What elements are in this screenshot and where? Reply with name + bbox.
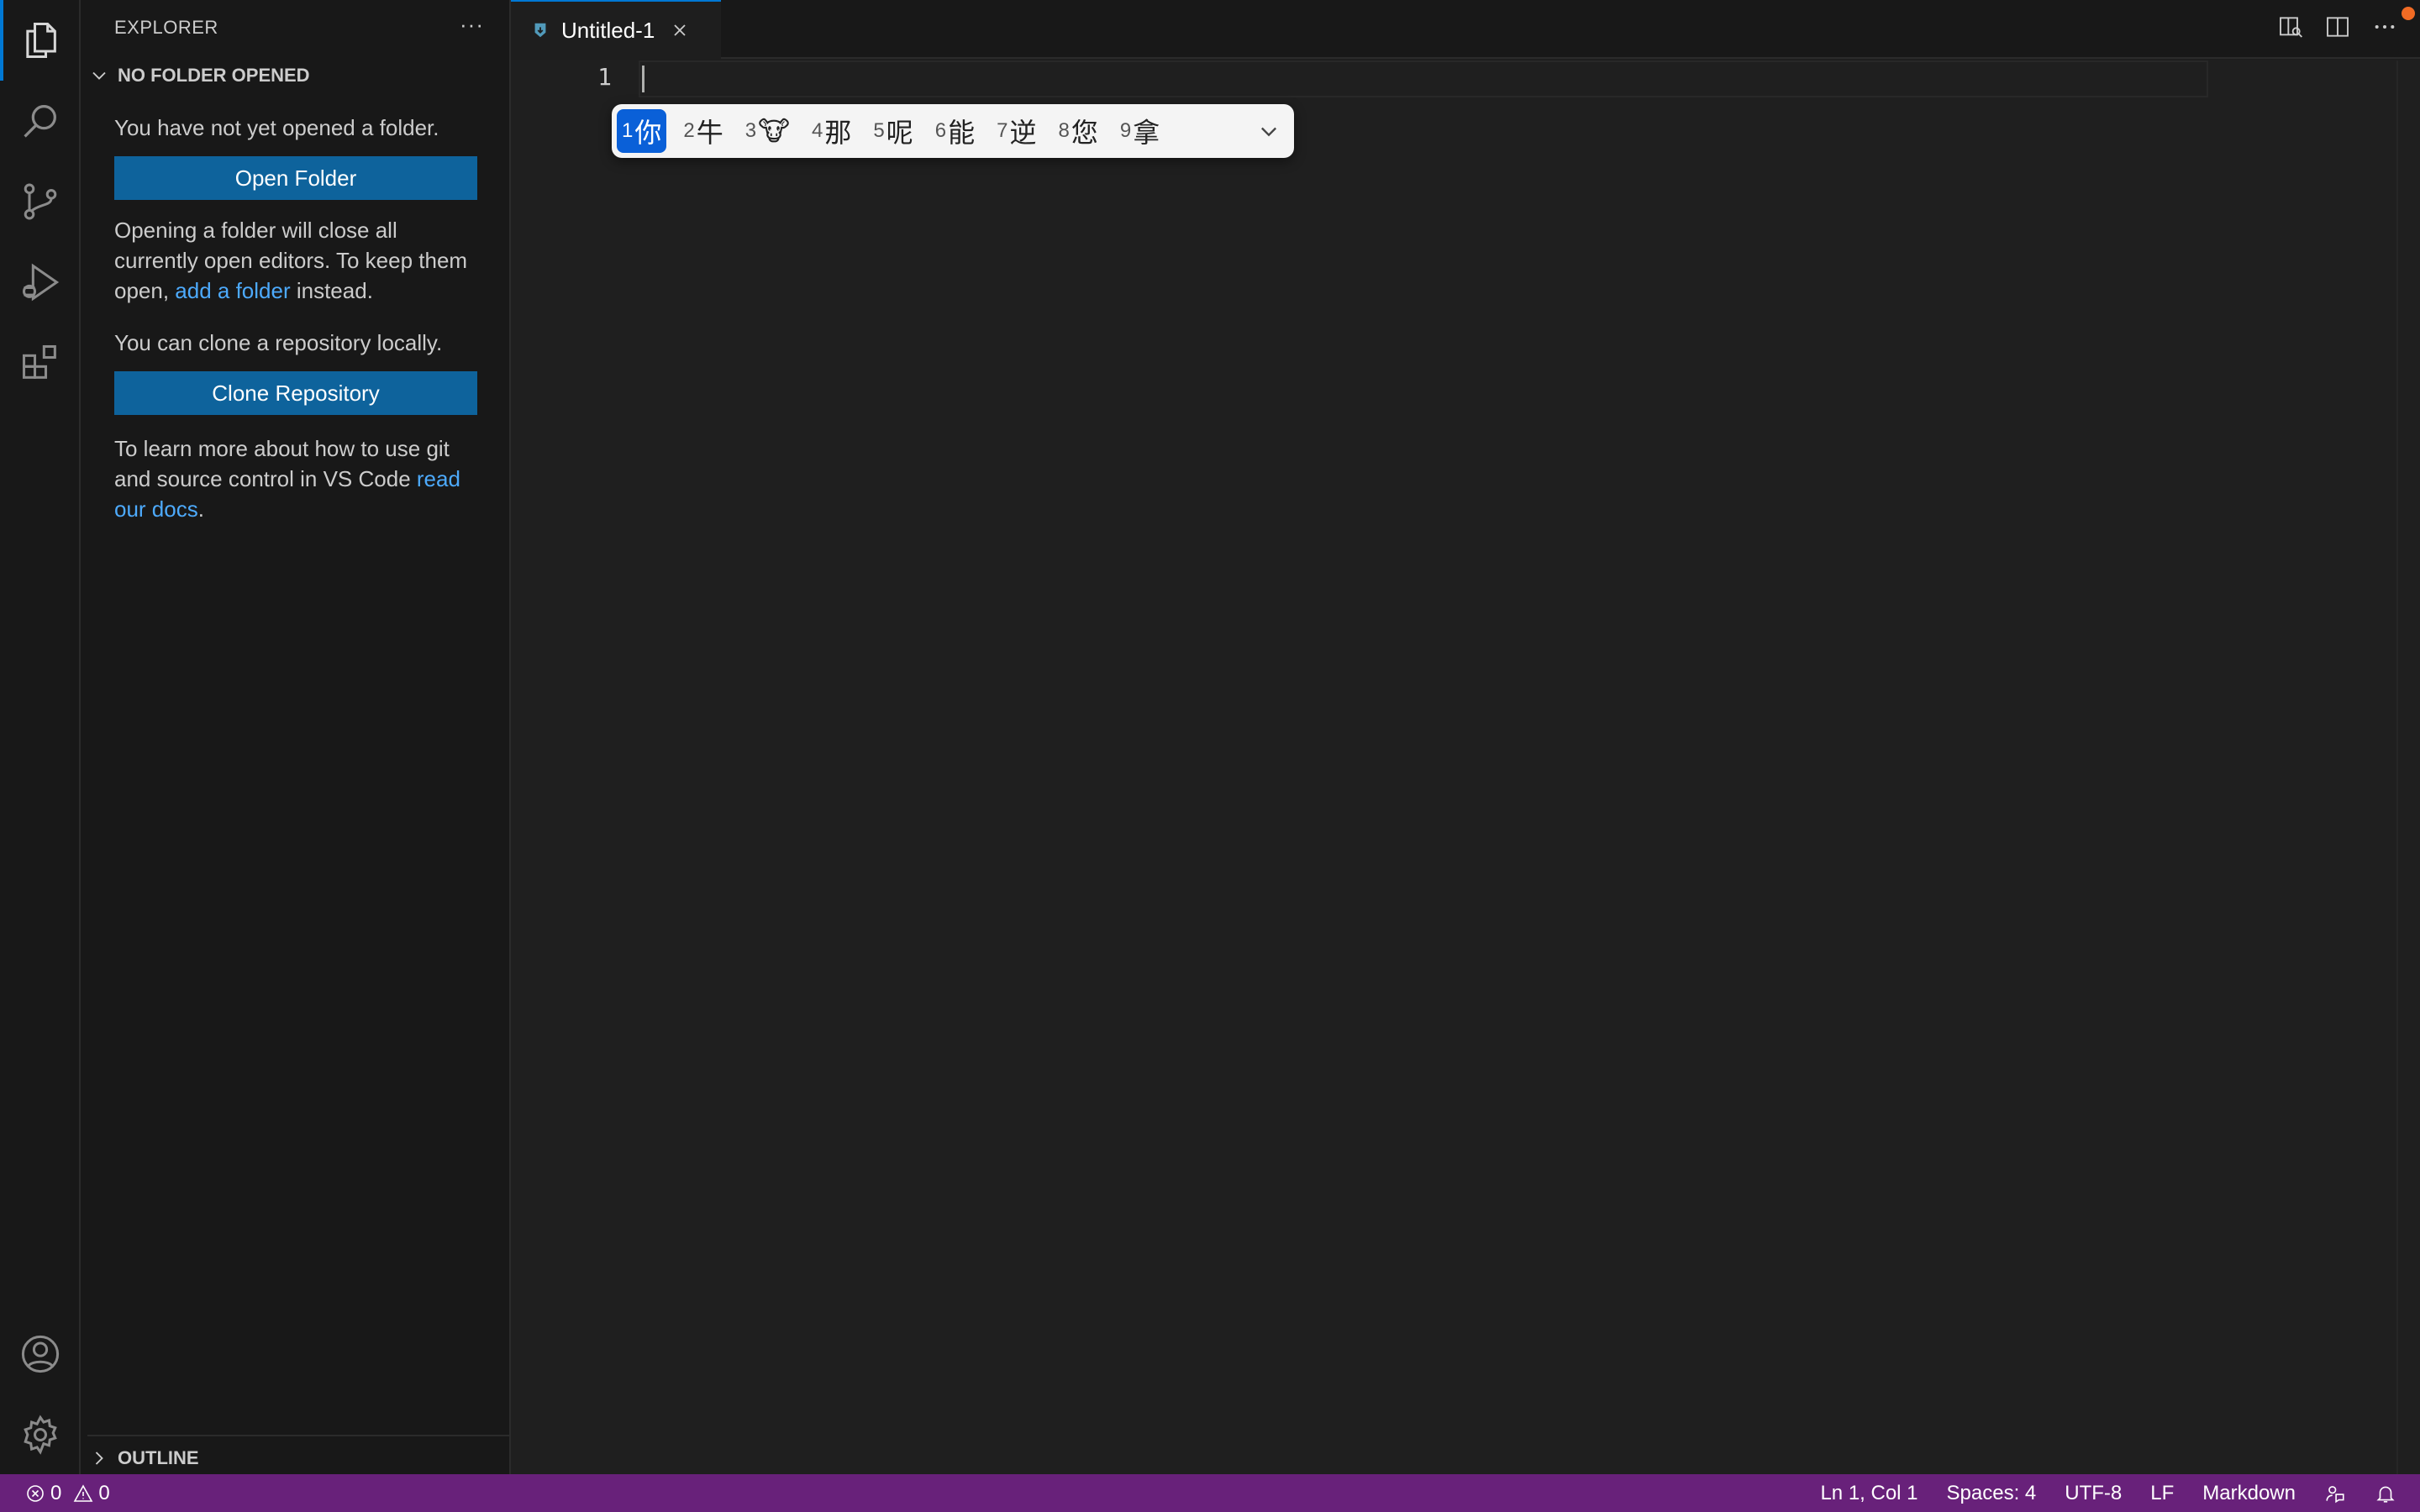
ime-candidate[interactable]: 8 您 (1053, 109, 1102, 153)
notification-dot (2402, 7, 2415, 20)
activity-bar (0, 0, 81, 1474)
candidate-number: 7 (997, 119, 1008, 142)
ime-candidate[interactable]: 9 拿 (1115, 109, 1165, 153)
accounts-button[interactable] (0, 1314, 81, 1394)
gear-icon (24, 1415, 57, 1455)
status-bar: 0 0 Ln 1, Col 1 Spaces: 4 UTF-8 LF Markd… (0, 1474, 2420, 1512)
learn-more-note: To learn more about how to use git and s… (114, 433, 481, 524)
ime-candidate[interactable]: 3 🐮 (740, 109, 795, 153)
run-debug-activity-button[interactable] (0, 242, 81, 323)
line-number: 1 (597, 63, 612, 91)
add-folder-link[interactable]: add a folder (175, 278, 290, 303)
editor-scrollbar[interactable] (2396, 60, 2420, 1474)
candidate-text: 能 (948, 118, 976, 148)
ime-candidate[interactable]: 7 逆 (992, 109, 1041, 153)
learn-text-end: . (197, 496, 204, 522)
section-title: NO FOLDER OPENED (118, 65, 310, 86)
clone-repository-button[interactable]: Clone Repository (114, 371, 477, 415)
ime-candidate[interactable]: 5 呢 (868, 109, 918, 153)
explorer-activity-button[interactable] (0, 0, 81, 81)
account-icon (21, 1335, 60, 1373)
candidate-number: 6 (934, 119, 947, 142)
cursor-position[interactable]: Ln 1, Col 1 (1820, 1482, 1918, 1505)
ime-candidate[interactable]: 4 那 (807, 109, 856, 153)
markdown-icon (534, 23, 546, 38)
candidate-text: 你 (634, 118, 662, 148)
error-count: 0 (50, 1481, 62, 1504)
editor-actions (2277, 13, 2398, 40)
candidate-number: 9 (1119, 119, 1132, 142)
indentation-status[interactable]: Spaces: 4 (1947, 1482, 2037, 1505)
outline-title: OUTLINE (118, 1447, 199, 1468)
chevron-down-icon (92, 71, 106, 80)
extensions-activity-button[interactable] (0, 323, 81, 403)
status-right-items: Ln 1, Col 1 Spaces: 4 UTF-8 LF Markdown (1820, 1474, 2396, 1512)
search-activity-button[interactable] (0, 81, 81, 161)
manage-button[interactable] (0, 1394, 81, 1475)
candidate-text: 逆 (1009, 118, 1037, 148)
feedback-icon[interactable] (2324, 1483, 2346, 1504)
source-control-activity-button[interactable] (0, 161, 81, 242)
text-cursor (642, 66, 644, 92)
candidate-number: 8 (1058, 119, 1070, 142)
editor-area[interactable]: 1 (511, 60, 2420, 1474)
candidate-number: 3 (744, 119, 757, 142)
sidebar-title: EXPLORER (114, 17, 218, 38)
run-debug-icon (22, 263, 60, 302)
candidate-text: 拿 (1133, 118, 1160, 148)
tab-untitled-1[interactable]: Untitled-1 (511, 0, 721, 59)
no-folder-section-header[interactable]: NO FOLDER OPENED (87, 64, 310, 87)
more-actions-icon[interactable] (2371, 13, 2398, 40)
extensions-icon (22, 344, 56, 379)
language-mode[interactable]: Markdown (2202, 1482, 2296, 1505)
chevron-right-icon (95, 1452, 103, 1465)
open-preview-icon[interactable] (2277, 13, 2304, 40)
explorer-sidebar: EXPLORER ··· NO FOLDER OPENED You have n… (81, 0, 511, 1474)
candidate-text: 牛 (696, 118, 723, 148)
files-icon (26, 22, 56, 59)
no-folder-message: You have not yet opened a folder. (114, 115, 439, 140)
close-editors-note: Opening a folder will close all currentl… (114, 215, 481, 306)
open-folder-button[interactable]: Open Folder (114, 156, 477, 200)
ime-candidate-window: 1 你 2 牛 3 🐮 4 那 5 呢 6 能 7 逆 8 您 9 拿 (612, 104, 1294, 158)
welcome-view: You have not yet opened a folder. Open F… (114, 113, 481, 524)
search-icon (24, 105, 56, 138)
warning-icon (73, 1483, 93, 1502)
close-note-text-end: instead. (290, 278, 373, 303)
candidate-number: 1 (622, 119, 634, 142)
encoding-status[interactable]: UTF-8 (2065, 1482, 2122, 1505)
problems-status[interactable]: 0 0 (25, 1482, 110, 1505)
candidate-number: 5 (873, 119, 885, 142)
warning-count: 0 (98, 1481, 110, 1504)
ime-candidate[interactable]: 6 能 (930, 109, 980, 153)
learn-text: To learn more about how to use git and s… (114, 436, 450, 491)
more-actions-icon[interactable]: ··· (460, 12, 484, 38)
eol-status[interactable]: LF (2150, 1482, 2174, 1505)
candidate-number: 2 (683, 119, 695, 142)
editor-tab-bar: Untitled-1 (511, 0, 2420, 59)
ime-candidate[interactable]: 1 你 (617, 109, 667, 153)
split-editor-icon[interactable] (2324, 13, 2351, 40)
candidate-text: 呢 (886, 118, 913, 148)
chevron-down-icon[interactable] (1257, 119, 1281, 143)
candidate-text: 您 (1071, 118, 1098, 148)
vscode-window: EXPLORER ··· NO FOLDER OPENED You have n… (0, 0, 2420, 1512)
ime-candidate[interactable]: 2 牛 (678, 109, 728, 153)
candidate-text: 那 (824, 118, 852, 148)
tab-label: Untitled-1 (561, 17, 655, 43)
candidate-text: 🐮 (758, 116, 790, 146)
close-icon[interactable] (670, 20, 690, 40)
current-line-highlight (639, 60, 2208, 97)
clone-message: You can clone a repository locally. (114, 330, 443, 355)
candidate-number: 4 (811, 119, 823, 142)
bell-icon[interactable] (2375, 1483, 2396, 1504)
source-control-icon (24, 183, 57, 220)
error-icon (27, 1484, 44, 1502)
outline-section-header[interactable]: OUTLINE (87, 1435, 511, 1470)
